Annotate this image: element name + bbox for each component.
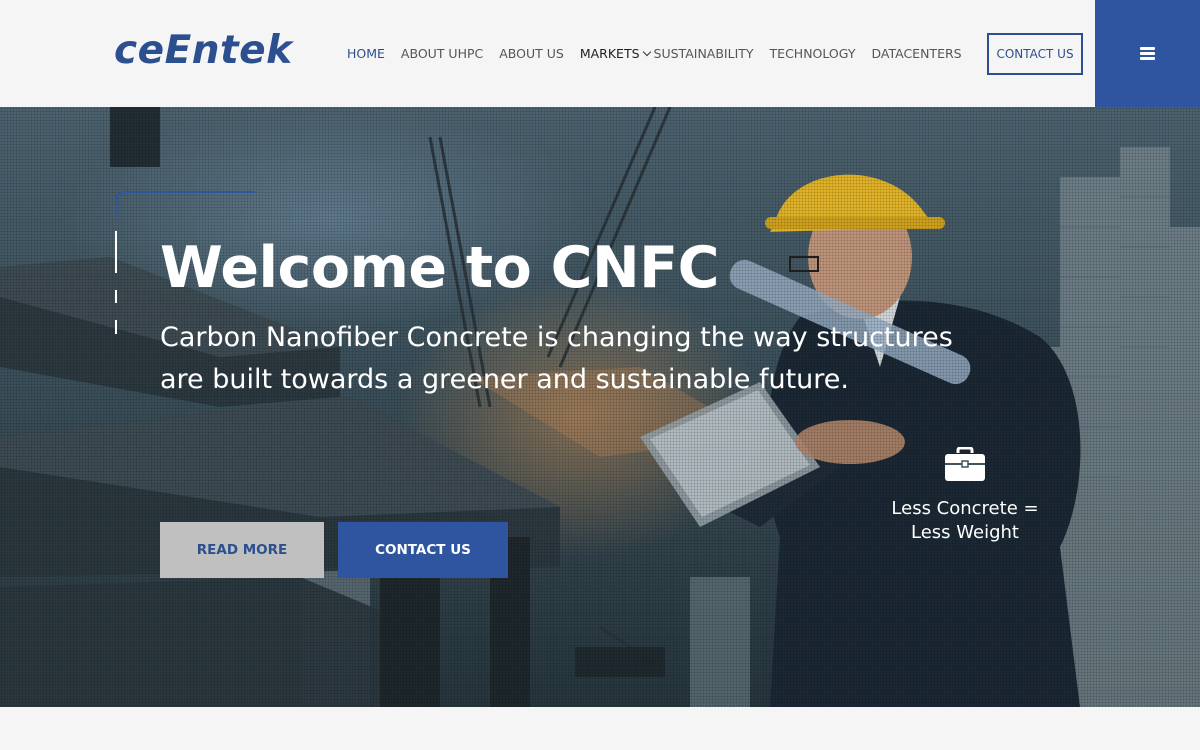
decorative-line: [115, 290, 117, 303]
page-bottom-strip: [0, 707, 1200, 750]
hero-subtitle: Carbon Nanofiber Concrete is changing th…: [160, 322, 953, 395]
nav-contact-button[interactable]: CONTACT US: [987, 33, 1083, 75]
feature-less-weight: Less Concrete = Less Weight: [870, 447, 1060, 545]
nav-about-uhpc[interactable]: ABOUT UHPC: [401, 46, 483, 61]
feature-line-1: Less Concrete =: [891, 498, 1039, 519]
hamburger-icon: [1140, 47, 1155, 60]
logo[interactable]: ceEntek: [114, 28, 293, 73]
hero-title: Welcome to CNFC: [160, 235, 719, 301]
nav-markets-label: MARKETS: [579, 46, 640, 61]
decorative-frame: [115, 191, 255, 217]
hero-banner: Welcome to CNFC Carbon Nanofiber Concret…: [0, 107, 1200, 707]
decorative-line: [115, 320, 117, 334]
menu-toggle-button[interactable]: [1095, 0, 1200, 107]
nav-about-us[interactable]: ABOUT US: [499, 46, 564, 61]
briefcase-icon: [945, 447, 985, 481]
page: ceEntek HOME ABOUT UHPC ABOUT US MARKETS…: [0, 0, 1200, 750]
main-nav: HOME ABOUT UHPC ABOUT US MARKETS SUSTAIN…: [347, 0, 978, 107]
contact-us-button[interactable]: CONTACT US: [338, 522, 508, 578]
nav-home[interactable]: HOME: [347, 46, 385, 61]
feature-line-2: Less Weight: [911, 522, 1019, 543]
chevron-down-icon: [642, 47, 651, 56]
site-header: ceEntek HOME ABOUT UHPC ABOUT US MARKETS…: [0, 0, 1200, 107]
read-more-button[interactable]: READ MORE: [160, 522, 324, 578]
decorative-line: [115, 231, 117, 273]
nav-markets[interactable]: MARKETS: [579, 46, 651, 61]
nav-datacenters[interactable]: DATACENTERS: [871, 46, 961, 61]
nav-technology[interactable]: TECHNOLOGY: [770, 46, 856, 61]
nav-sustainability[interactable]: SUSTAINABILITY: [654, 46, 754, 61]
